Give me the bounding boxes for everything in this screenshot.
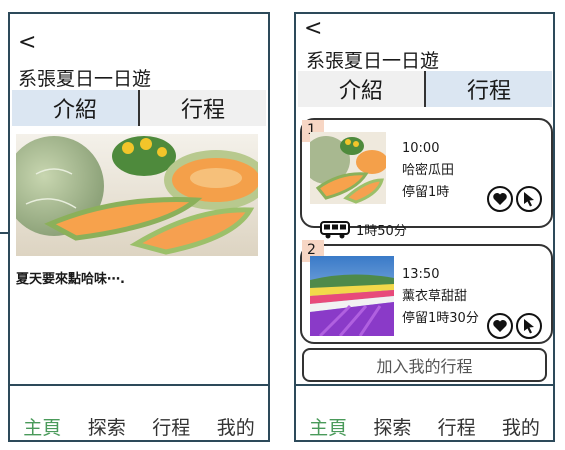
stop-time: 13:50	[402, 267, 440, 282]
itinerary-screen: < 系張夏日一日遊 介紹 行程 1 10:00 哈密瓜田 停留1時 1時50分 …	[294, 12, 555, 442]
navigate-button[interactable]	[516, 186, 542, 212]
nav-itinerary[interactable]: 行程	[438, 413, 476, 440]
navigate-button[interactable]	[516, 313, 542, 339]
nav-me[interactable]: 我的	[502, 413, 540, 440]
trip-description: 夏天要來點哈味⋯.	[16, 272, 125, 287]
nav-home[interactable]: 主頁	[23, 413, 61, 440]
tab-bar: 介紹 行程	[298, 71, 552, 107]
stop-place: 哈密瓜田	[402, 163, 455, 178]
cursor-icon	[524, 319, 534, 334]
favorite-button[interactable]	[487, 313, 513, 339]
heart-icon	[493, 193, 507, 205]
bottom-nav: 主頁 探索 行程 我的	[296, 384, 553, 440]
melon-thumbnail	[310, 132, 386, 204]
page-title: 系張夏日一日遊	[306, 50, 440, 72]
stop-duration: 停留1時	[402, 185, 450, 200]
add-to-my-itinerary-button[interactable]: 加入我的行程	[302, 348, 547, 382]
stop-duration: 停留1時30分	[402, 311, 479, 326]
favorite-button[interactable]	[487, 186, 513, 212]
lavender-thumbnail	[310, 256, 394, 336]
stop-info: 10:00 哈密瓜田 停留1時	[402, 138, 454, 204]
stop-info: 13:50 薰衣草甜甜 停留1時30分	[402, 264, 479, 330]
tab-bar: 介紹 行程	[12, 90, 266, 126]
tab-intro[interactable]: 介紹	[298, 71, 424, 107]
stop-time: 10:00	[402, 141, 440, 156]
nav-explore[interactable]: 探索	[88, 413, 126, 440]
heart-icon	[493, 320, 507, 332]
back-button[interactable]: <	[18, 32, 36, 54]
page-title: 系張夏日一日遊	[18, 68, 152, 90]
tab-itinerary[interactable]: 行程	[140, 90, 266, 126]
intro-screen: < 系張夏日一日遊 介紹 行程 夏天要來點哈味⋯. 主頁 探索 行程 我的	[8, 12, 270, 442]
transit-duration: 1時50分	[356, 224, 407, 239]
bus-icon	[320, 220, 350, 238]
bottom-nav: 主頁 探索 行程 我的	[10, 384, 268, 440]
cursor-icon	[524, 192, 534, 207]
nav-home[interactable]: 主頁	[309, 413, 347, 440]
nav-explore[interactable]: 探索	[373, 413, 411, 440]
stop-card[interactable]: 1 10:00 哈密瓜田 停留1時	[300, 118, 553, 228]
melon-photo	[16, 134, 258, 256]
nav-me[interactable]: 我的	[217, 413, 255, 440]
tab-itinerary[interactable]: 行程	[426, 71, 552, 107]
stop-place: 薰衣草甜甜	[402, 289, 468, 304]
tab-intro[interactable]: 介紹	[12, 90, 138, 126]
connector-line	[0, 232, 10, 234]
stop-card[interactable]: 2 13:50 薰衣草甜甜 停留1時30分	[300, 240, 553, 344]
transit-info: 1時50分	[320, 220, 407, 239]
nav-itinerary[interactable]: 行程	[152, 413, 190, 440]
back-button[interactable]: <	[304, 18, 322, 40]
